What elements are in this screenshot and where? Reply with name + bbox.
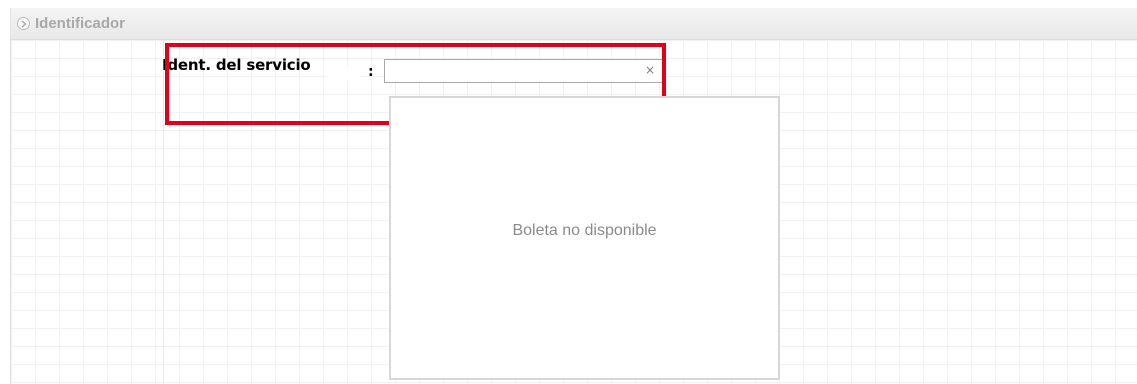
service-id-input[interactable]	[384, 59, 663, 83]
receipt-unavailable-message: Boleta no disponible	[512, 222, 657, 239]
panel-title: Identificador	[35, 15, 126, 32]
service-id-label: Ident. del servicio	[162, 56, 311, 74]
chevron-right-circle-icon[interactable]	[17, 17, 30, 30]
label-redaction	[326, 67, 362, 81]
close-icon[interactable]: ×	[643, 63, 657, 77]
receipt-preview: Boleta no disponible	[389, 96, 780, 380]
panel-header[interactable]: Identificador	[11, 8, 1137, 40]
label-colon: :	[368, 64, 374, 80]
column-divider	[163, 40, 164, 384]
